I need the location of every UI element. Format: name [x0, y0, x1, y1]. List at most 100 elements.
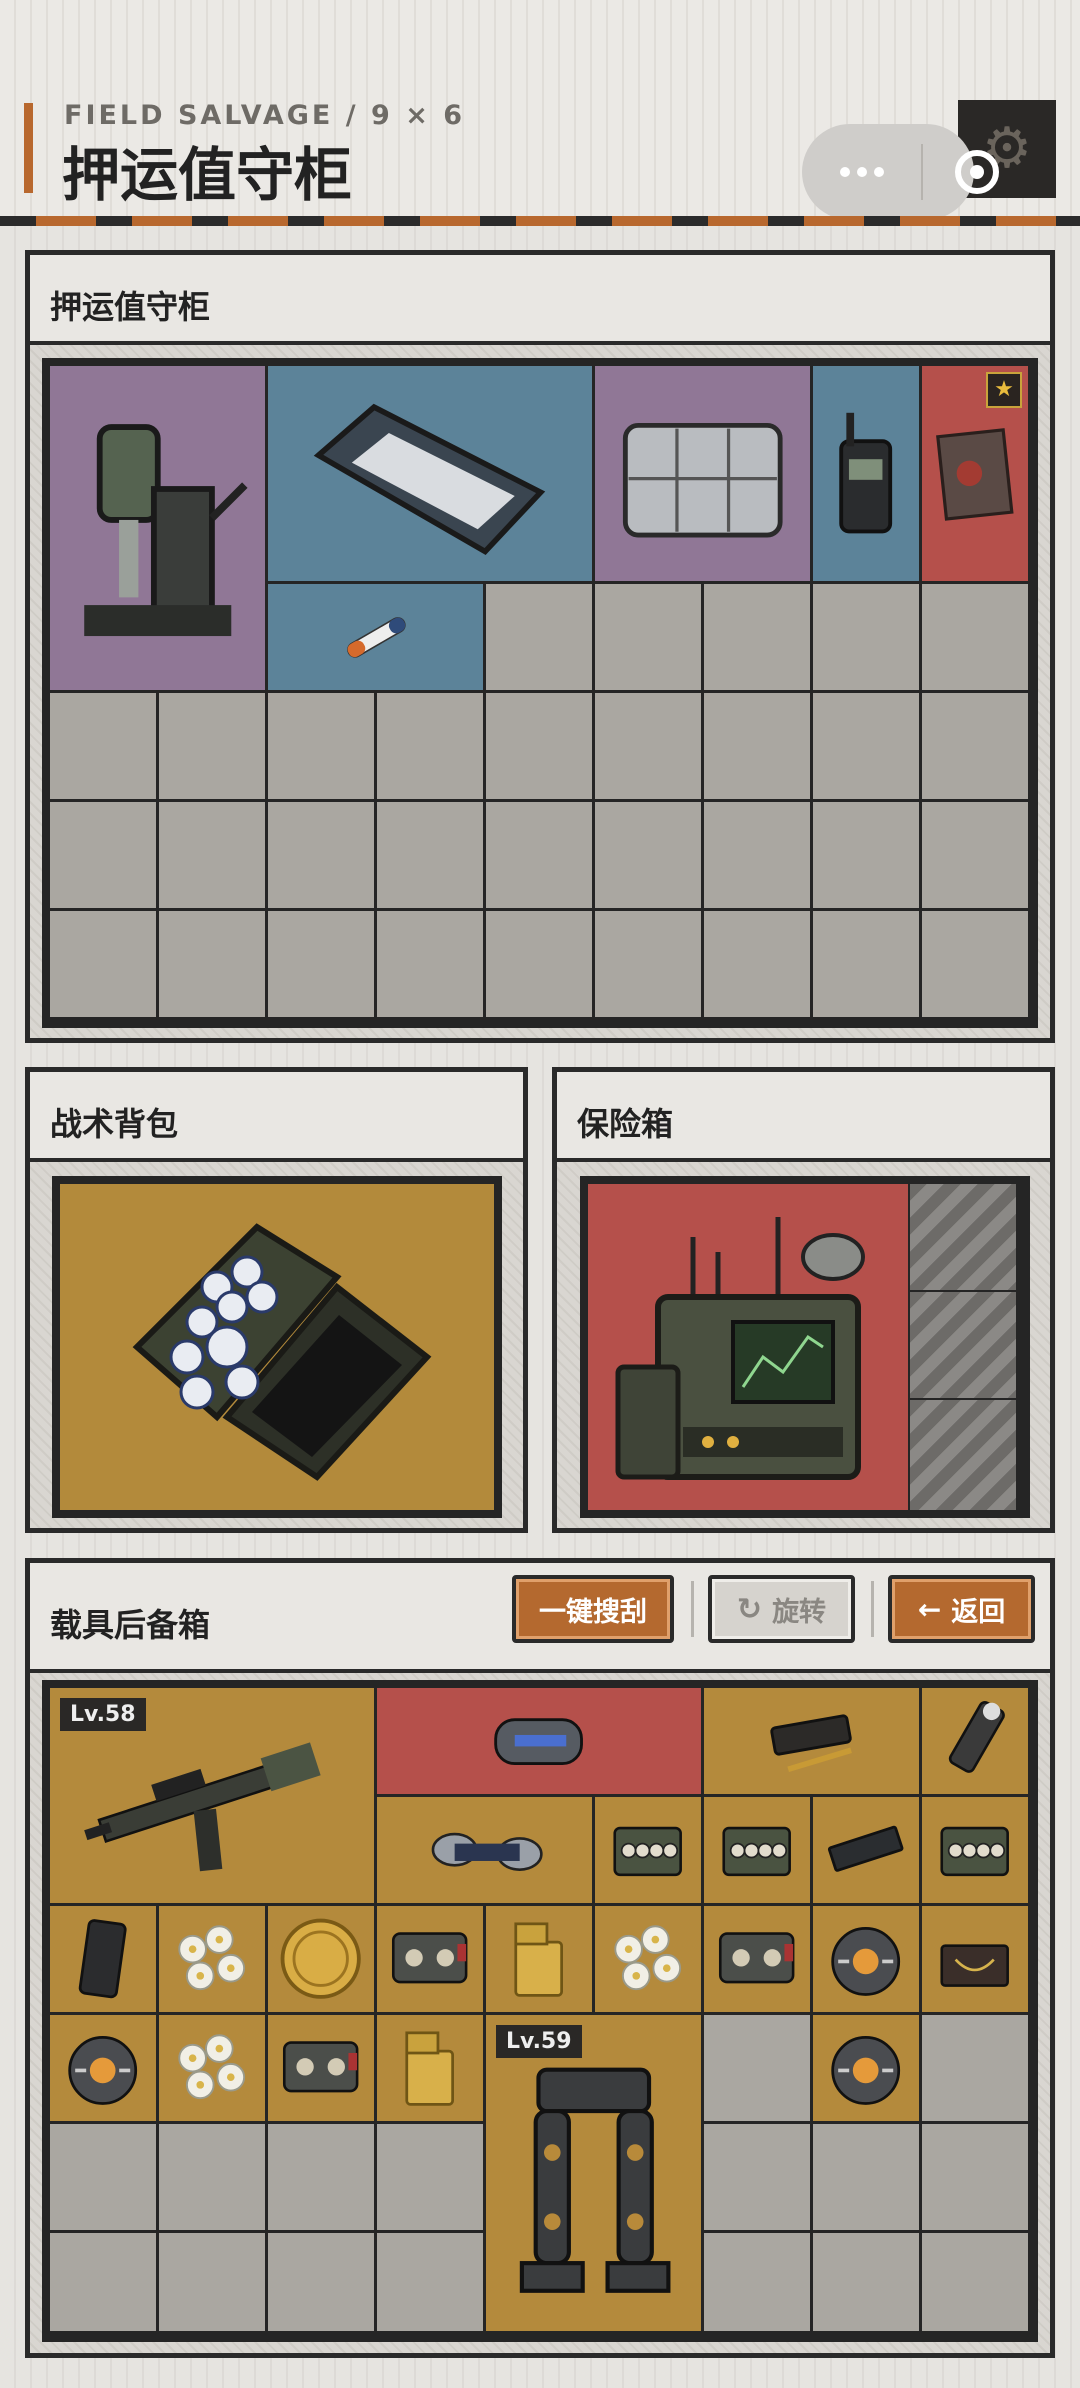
- empty-slot[interactable]: [704, 2015, 810, 2121]
- empty-slot[interactable]: [377, 2124, 483, 2230]
- empty-slot[interactable]: [159, 693, 265, 799]
- empty-slot[interactable]: [595, 693, 701, 799]
- empty-slot[interactable]: [159, 2124, 265, 2230]
- empty-slot[interactable]: [704, 802, 810, 908]
- empty-slot[interactable]: [813, 693, 919, 799]
- empty-slot[interactable]: [159, 802, 265, 908]
- empty-slot[interactable]: [813, 584, 919, 690]
- back-button[interactable]: ← 返回: [888, 1575, 1035, 1643]
- radio-station-terminal-item[interactable]: [588, 1184, 908, 1510]
- empty-slot[interactable]: [922, 2015, 1028, 2121]
- flashlight-bundle-item[interactable]: [922, 1688, 1028, 1794]
- blueprint-tube-case-item[interactable]: [268, 366, 592, 581]
- cassette-tape-1-item[interactable]: [377, 1906, 483, 2012]
- fountain-pen-case-item[interactable]: [704, 1688, 919, 1794]
- rotate-button[interactable]: ↻ 旋转: [708, 1575, 855, 1643]
- back-arrow-icon: ←: [917, 1592, 942, 1626]
- empty-slot[interactable]: [922, 2124, 1028, 2230]
- empty-slot[interactable]: [704, 693, 810, 799]
- empty-slot[interactable]: [268, 802, 374, 908]
- empty-slot[interactable]: [50, 911, 156, 1017]
- empty-slot[interactable]: [922, 584, 1028, 690]
- gold-lighter-2-icon: [405, 2031, 455, 2107]
- jewelry-box-icon: [940, 1944, 1010, 1988]
- burnt-document-icon: [936, 428, 1014, 521]
- locked-slot: [910, 1292, 1016, 1398]
- empty-slot[interactable]: [704, 2124, 810, 2230]
- power-core-cylinder-item[interactable]: [377, 1688, 701, 1794]
- empty-slot[interactable]: [50, 2233, 156, 2331]
- smartphone-item[interactable]: [50, 1906, 156, 2012]
- empty-slot[interactable]: [813, 911, 919, 1017]
- empty-slot[interactable]: [595, 802, 701, 908]
- empty-slot[interactable]: [377, 911, 483, 1017]
- empty-slot[interactable]: [922, 802, 1028, 908]
- burnt-document-item[interactable]: ★: [922, 366, 1028, 581]
- ammo-box-1-item[interactable]: [595, 1797, 701, 1903]
- favorite-star-icon[interactable]: ★: [986, 372, 1022, 408]
- empty-slot[interactable]: [486, 802, 592, 908]
- empty-slot[interactable]: [595, 584, 701, 690]
- gold-coin-item[interactable]: [268, 1906, 374, 2012]
- white-flowers-3-item[interactable]: [159, 2015, 265, 2121]
- jewelry-box-item[interactable]: [922, 1906, 1028, 2012]
- assault-rifle-item[interactable]: Lv.58: [50, 1688, 374, 1903]
- empty-slot[interactable]: [159, 2233, 265, 2331]
- exoskeleton-legs-item[interactable]: Lv.59: [486, 2015, 701, 2331]
- cassette-tape-3-item[interactable]: [268, 2015, 374, 2121]
- empty-slot[interactable]: [159, 911, 265, 1017]
- syringe-injector-icon: [346, 617, 406, 658]
- empty-slot[interactable]: [268, 693, 374, 799]
- cassette-tape-2-item[interactable]: [704, 1906, 810, 2012]
- empty-slot[interactable]: [486, 911, 592, 1017]
- film-reel-tape-item[interactable]: [377, 1797, 592, 1903]
- blueprint-tube-case-icon: [314, 403, 546, 555]
- empty-slot[interactable]: [268, 2233, 374, 2331]
- empty-slot[interactable]: [486, 584, 592, 690]
- empty-slot[interactable]: [704, 2233, 810, 2331]
- empty-slot[interactable]: [50, 2124, 156, 2230]
- backpack-grid: [52, 1176, 502, 1518]
- syringe-injector-item[interactable]: [268, 584, 483, 690]
- tea-set-case-item[interactable]: [60, 1184, 494, 1510]
- reactor-core-1-item[interactable]: [813, 1906, 919, 2012]
- empty-slot[interactable]: [377, 802, 483, 908]
- walkie-talkie-icon: [839, 412, 893, 534]
- empty-slot[interactable]: [377, 693, 483, 799]
- locker-title: 押运值守柜: [50, 288, 211, 326]
- gold-lighter-1-item[interactable]: [486, 1906, 592, 2012]
- more-dots-icon[interactable]: [822, 148, 902, 196]
- header-subtitle: FIELD SALVAGE / 9 × 6: [64, 100, 466, 131]
- empty-slot[interactable]: [704, 911, 810, 1017]
- gold-lighter-2-item[interactable]: [377, 2015, 483, 2121]
- empty-slot[interactable]: [704, 584, 810, 690]
- white-flowers-2-item[interactable]: [595, 1906, 701, 2012]
- empty-slot[interactable]: [486, 693, 592, 799]
- ammo-box-3-item[interactable]: [922, 1797, 1028, 1903]
- empty-slot[interactable]: [922, 911, 1028, 1017]
- empty-slot[interactable]: [50, 802, 156, 908]
- empty-slot[interactable]: [813, 802, 919, 908]
- empty-slot[interactable]: [922, 2233, 1028, 2331]
- parts-organizer-box-item[interactable]: [595, 366, 810, 581]
- safe-grid: [580, 1176, 1030, 1518]
- empty-slot[interactable]: [813, 2124, 919, 2230]
- empty-slot[interactable]: [268, 2124, 374, 2230]
- magnetic-drill-press-item[interactable]: [50, 366, 265, 690]
- loot-all-button[interactable]: 一键搜刮: [512, 1575, 674, 1643]
- empty-slot[interactable]: [595, 911, 701, 1017]
- ssd-drive-item[interactable]: [813, 1797, 919, 1903]
- empty-slot[interactable]: [377, 2233, 483, 2331]
- empty-slot[interactable]: [813, 2233, 919, 2331]
- reactor-core-2-item[interactable]: [50, 2015, 156, 2121]
- ammo-box-2-item[interactable]: [704, 1797, 810, 1903]
- white-flowers-1-item[interactable]: [159, 1906, 265, 2012]
- empty-slot[interactable]: [268, 911, 374, 1017]
- reactor-core-3-item[interactable]: [813, 2015, 919, 2121]
- empty-slot[interactable]: [922, 693, 1028, 799]
- walkie-talkie-item[interactable]: [813, 366, 919, 581]
- empty-slot[interactable]: [50, 693, 156, 799]
- record-circle-icon[interactable]: [955, 150, 999, 194]
- button-divider: [871, 1581, 874, 1637]
- cassette-tape-2-icon: [719, 1932, 795, 1984]
